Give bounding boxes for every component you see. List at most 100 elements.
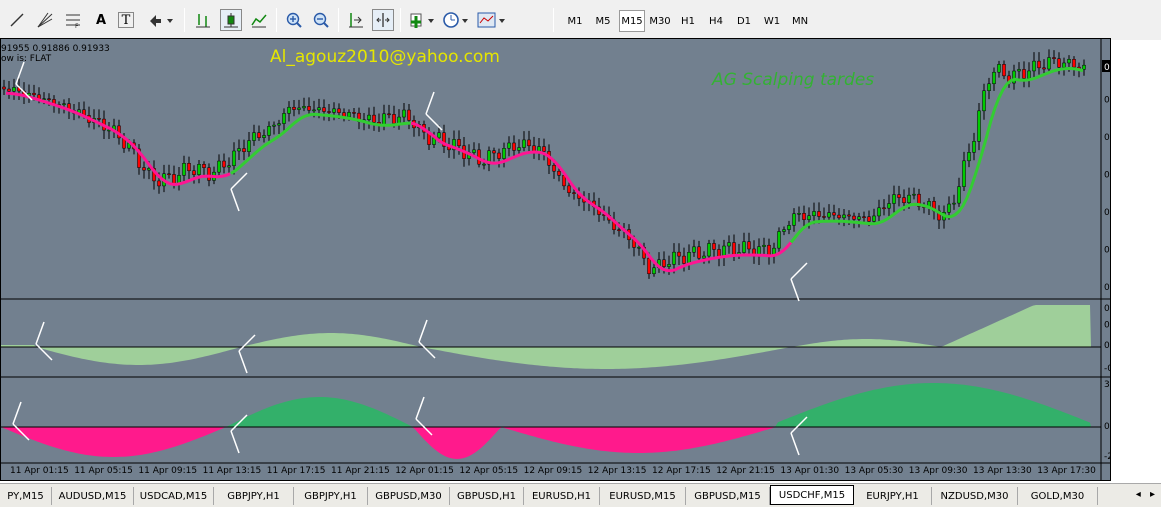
zoom-out-icon[interactable]: [310, 9, 332, 31]
timeframe-m1[interactable]: M1: [562, 10, 588, 32]
chart-tab[interactable]: AUDUSD,M15: [52, 487, 134, 505]
scroll-right-icon[interactable]: ▸: [1150, 489, 1155, 500]
bear-candle: [492, 150, 496, 154]
chart-tab[interactable]: GBPJPY,H1: [214, 487, 294, 505]
bull-candle: [1082, 64, 1086, 70]
bull-candle: [277, 123, 281, 126]
toolbar-separator: [276, 8, 277, 32]
bull-candle: [872, 215, 876, 222]
time-axis-label: 13 Apr 01:30: [780, 466, 840, 476]
toolbar-separator: [184, 8, 185, 32]
trendline-icon[interactable]: [6, 9, 28, 31]
signal-arrow-icon: [12, 401, 22, 425]
bull-candle: [797, 213, 801, 215]
bull-candle: [672, 251, 676, 265]
bull-candle: [1047, 57, 1051, 70]
chart-tab[interactable]: GBPUSD,M30: [368, 487, 450, 505]
bull-candle: [1032, 60, 1036, 72]
periods-clock-icon[interactable]: [441, 9, 471, 31]
fibonacci-fan-icon[interactable]: [34, 9, 56, 31]
timeframe-mn[interactable]: MN: [787, 10, 813, 32]
timeframe-m30[interactable]: M30: [647, 10, 673, 32]
time-axis-label: 12 Apr 21:15: [716, 466, 775, 476]
bear-candle: [257, 132, 261, 138]
autoscroll-icon[interactable]: [372, 9, 394, 31]
candlestick-icon[interactable]: [220, 9, 242, 31]
tab-scroll[interactable]: ◂ ▸: [1136, 489, 1155, 500]
chart-tab[interactable]: EURUSD,H1: [524, 487, 600, 505]
line-chart-icon[interactable]: [248, 9, 270, 31]
bull-candle: [1067, 59, 1071, 64]
signal-arrow-icon: [230, 188, 240, 212]
text-icon[interactable]: A: [90, 9, 112, 31]
bear-candle: [557, 170, 561, 176]
signal-arrow-icon: [418, 341, 436, 359]
timeframe-label: M1: [567, 15, 583, 27]
timeframe-h1[interactable]: H1: [675, 10, 701, 32]
bull-candle: [972, 141, 976, 153]
bull-candle: [997, 64, 1001, 73]
chart-tab[interactable]: GBPUSD,M15: [686, 487, 770, 505]
chart-tab[interactable]: GBPUSD,H1: [450, 487, 524, 505]
bull-candle: [147, 168, 151, 171]
chart-shift-icon[interactable]: [345, 9, 367, 31]
timeframe-m15[interactable]: M15: [619, 10, 645, 32]
chart-tab[interactable]: PY,M15: [0, 487, 52, 505]
ma-line-down: [5, 91, 231, 187]
time-axis-label: 11 Apr 17:15: [266, 466, 326, 476]
timeframe-m5[interactable]: M5: [590, 10, 616, 32]
bear-candle: [207, 167, 211, 181]
chart-tab[interactable]: EURUSD,M15: [600, 487, 686, 505]
bear-candle: [1072, 59, 1076, 68]
time-axis-label: 11 Apr 21:15: [331, 466, 390, 476]
bear-candle: [817, 211, 821, 217]
text-label-icon[interactable]: T: [118, 12, 134, 28]
bear-candle: [157, 180, 161, 187]
time-axis-label: 11 Apr 13:15: [202, 466, 262, 476]
time-axis-label: 13 Apr 13:30: [973, 466, 1032, 476]
chart-window[interactable]: 0.91776 0.91620 0.91470 0.91320 0.91170 0.910…: [0, 38, 1111, 481]
bear-candle: [167, 173, 171, 176]
bear-candle: [847, 214, 851, 217]
timeframe-d1[interactable]: D1: [731, 10, 757, 32]
toolbar: F A T M1 M5 M15 M30 H1 H4 D1 W1 MN: [0, 0, 1161, 40]
bear-candle: [647, 257, 651, 275]
chart-tab[interactable]: USDCHF,M15: [770, 485, 854, 505]
timeframe-label: H4: [709, 15, 723, 27]
chart-canvas[interactable]: 0.91776 0.91620 0.91470 0.91320 0.91170 0.910…: [1, 39, 1110, 480]
chart-tab[interactable]: USDCAD,M15: [134, 487, 214, 505]
bull-candle: [1027, 70, 1031, 79]
indicators-icon[interactable]: [407, 9, 437, 31]
scroll-left-icon[interactable]: ◂: [1136, 489, 1141, 500]
bull-candle: [762, 244, 766, 247]
chart-tab[interactable]: GBPJPY,H1: [294, 487, 368, 505]
bear-candle: [292, 106, 296, 110]
bull-candle: [282, 113, 286, 124]
svg-text:F: F: [75, 23, 79, 29]
templates-icon[interactable]: [476, 9, 508, 31]
bar-chart-icon[interactable]: [192, 9, 214, 31]
bear-candle: [542, 146, 546, 152]
bear-candle: [732, 242, 736, 256]
bull-candle: [262, 135, 266, 138]
signal-arrow-icon: [790, 432, 800, 456]
status-bar: [0, 507, 1161, 519]
chart-tab[interactable]: EURJPY,H1: [854, 487, 932, 505]
zoom-in-icon[interactable]: [283, 9, 305, 31]
bull-candle: [977, 110, 981, 142]
bear-candle: [512, 142, 516, 151]
bull-candle: [42, 98, 46, 100]
timeframe-w1[interactable]: W1: [759, 10, 785, 32]
time-axis-label: 12 Apr 17:15: [652, 466, 711, 476]
bear-candle: [867, 216, 871, 222]
timeframe-h4[interactable]: H4: [703, 10, 729, 32]
fibonacci-retracement-icon[interactable]: F: [62, 9, 84, 31]
arrows-dropdown-icon[interactable]: [146, 9, 176, 31]
chart-tab[interactable]: NZDUSD,M30: [932, 487, 1018, 505]
text-icon-label: A: [95, 12, 107, 28]
bull-candle: [692, 246, 696, 253]
bull-candle: [877, 207, 881, 217]
chart-tab[interactable]: GOLD,M30: [1018, 487, 1098, 505]
bear-candle: [242, 148, 246, 152]
bear-candle: [527, 139, 531, 147]
